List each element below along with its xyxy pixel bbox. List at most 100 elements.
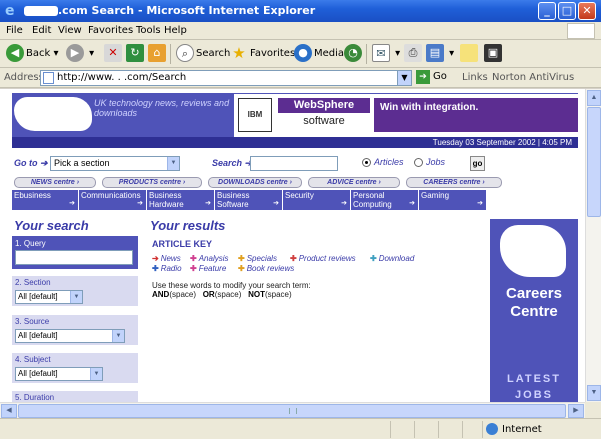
menu-help[interactable]: Help	[164, 25, 187, 36]
vertical-scrollbar[interactable]: ▲ ▼	[585, 89, 601, 402]
scroll-left-icon[interactable]: ◀	[1, 404, 17, 418]
search-input[interactable]	[250, 156, 338, 171]
horizontal-scrollbar[interactable]: ◀ ▶	[0, 402, 585, 418]
search-button[interactable]: ⌕ Search	[176, 44, 230, 64]
ad-slogan: Win with integration.	[374, 98, 578, 132]
section-filter-select[interactable]: All [default] ▼	[15, 290, 83, 304]
section-label: Ebusiness	[14, 191, 51, 200]
section-gaming[interactable]: Gaming ➔	[419, 190, 487, 210]
jobs-radio[interactable]	[414, 158, 423, 167]
menu-edit[interactable]: Edit	[32, 25, 51, 36]
menu-tools[interactable]: Tools	[136, 25, 161, 36]
site-logo[interactable]	[14, 97, 92, 131]
menu-view[interactable]: View	[58, 25, 82, 36]
menu-file[interactable]: File	[6, 25, 23, 36]
media-label: Media	[314, 48, 345, 59]
book-reviews-marker-icon: ✚	[238, 264, 245, 273]
downloads-centre-link[interactable]: DOWNLOADS centre ›	[208, 177, 302, 188]
duration-filter-label: 5. Duration	[15, 393, 55, 402]
toolbar: ◀ Back ▾ ▶ ▾ ✕ ↻ ⌂ ⌕ Search ★ Favorites ● Me…	[0, 40, 601, 68]
chevron-down-icon[interactable]: ▼	[90, 368, 102, 380]
articles-radio[interactable]	[362, 158, 371, 167]
home-icon: ⌂	[148, 44, 166, 62]
news-centre-link[interactable]: NEWS centre ›	[14, 177, 96, 188]
feature-marker-icon: ✚	[190, 264, 197, 273]
forward-button[interactable]: ▶ ▾	[66, 44, 94, 64]
refresh-button[interactable]: ↻	[126, 44, 146, 64]
key-label: Radio	[160, 264, 182, 273]
horizontal-scroll-thumb[interactable]	[18, 404, 566, 418]
print-icon: ⎙	[404, 44, 422, 62]
key-feature: ✚ Feature	[190, 264, 226, 273]
search-go-button[interactable]: go	[470, 156, 485, 171]
maximize-button[interactable]: □	[558, 2, 576, 20]
redacted-text	[24, 6, 58, 16]
query-input[interactable]	[15, 250, 133, 265]
messenger-button[interactable]: ▣	[484, 44, 504, 64]
history-button[interactable]: ◔	[344, 44, 364, 64]
section-business-hardware[interactable]: Business Hardware ➔	[147, 190, 215, 210]
favorites-button[interactable]: ★ Favorites	[230, 44, 295, 64]
your-search-heading: Your search	[14, 218, 89, 233]
chevron-down-icon[interactable]: ▼	[70, 291, 82, 303]
arrow-right-icon: ➔	[137, 200, 143, 207]
section-business-software[interactable]: Business Software ➔	[215, 190, 283, 210]
chevron-down-icon[interactable]: ▼	[112, 330, 124, 342]
key-download: ✚ Download	[370, 254, 414, 263]
back-button[interactable]: ◀ Back ▾	[6, 44, 58, 64]
minimize-button[interactable]: _	[538, 2, 556, 20]
arrow-right-icon: ➔	[341, 200, 347, 207]
norton-antivirus-button[interactable]: Norton AntiVirus	[492, 72, 574, 83]
section-label: Gaming	[421, 191, 450, 200]
section-communications[interactable]: Communications ➔	[79, 190, 147, 210]
key-label: News	[160, 254, 181, 263]
discuss-button[interactable]	[460, 44, 480, 64]
your-results-heading: Your results	[150, 218, 226, 233]
go-arrow-icon: ➔	[416, 70, 430, 84]
careers-centre-ad[interactable]: Careers Centre LATEST JOBS	[490, 219, 578, 402]
media-button[interactable]: ● Media	[294, 44, 344, 64]
internet-explorer-icon: e	[5, 3, 15, 19]
links-button[interactable]: Links	[462, 72, 488, 83]
stop-icon: ✕	[104, 44, 122, 62]
latest-jobs-label: LATEST JOBS	[507, 373, 561, 401]
section-select[interactable]: Pick a section ▼	[50, 156, 180, 171]
ibm-banner-ad[interactable]: IBM WebSphere software Win with integrat…	[234, 94, 578, 137]
key-book-reviews: ✚ Book reviews	[238, 264, 294, 273]
go-button[interactable]: ➔ Go	[416, 70, 447, 84]
key-label: Analysis	[198, 254, 229, 263]
section-personal-computing[interactable]: Personal Computing ➔	[351, 190, 419, 210]
scroll-up-icon[interactable]: ▲	[587, 90, 601, 106]
print-button[interactable]: ⎙	[404, 44, 424, 64]
section-label: Business Hardware	[149, 191, 184, 209]
chevron-down-icon[interactable]: ▼	[167, 157, 179, 170]
vertical-scroll-thumb[interactable]	[587, 107, 601, 217]
products-centre-link[interactable]: PRODUCTS centre ›	[102, 177, 202, 188]
scroll-right-icon[interactable]: ▶	[568, 404, 584, 418]
section-filter-label: 2. Section	[15, 278, 51, 287]
advice-centre-link[interactable]: ADVICE centre ›	[308, 177, 400, 188]
mail-button[interactable]: ✉ ▾	[372, 44, 400, 64]
back-arrow-icon: ◀	[6, 44, 24, 62]
menu-favorites[interactable]: Favorites	[88, 25, 133, 36]
address-dropdown-button[interactable]: ▼	[397, 71, 411, 85]
section-select-value: Pick a section	[54, 158, 110, 168]
subject-filter-value: All [default]	[18, 369, 58, 378]
op-not-space: (space)	[264, 290, 292, 299]
stop-button[interactable]: ✕	[104, 44, 124, 64]
section-security[interactable]: Security ➔	[283, 190, 351, 210]
source-filter-select[interactable]: All [default] ▼	[15, 329, 125, 343]
address-input[interactable]: http://www. . .com/Search ▼	[40, 70, 412, 86]
close-button[interactable]: ✕	[578, 2, 596, 20]
subject-filter-select[interactable]: All [default] ▼	[15, 367, 103, 381]
careers-centre-link[interactable]: CAREERS centre ›	[406, 177, 502, 188]
source-filter-label: 3. Source	[15, 317, 50, 326]
scroll-down-icon[interactable]: ▼	[587, 385, 601, 401]
search-label: Search ➔	[212, 158, 253, 168]
edit-button[interactable]: ▤ ▾	[426, 44, 454, 64]
articles-radio-label: Articles	[374, 157, 404, 167]
arrow-right-icon: ➔	[273, 200, 279, 207]
section-ebusiness[interactable]: Ebusiness ➔	[12, 190, 79, 210]
status-pane	[462, 421, 482, 438]
home-button[interactable]: ⌂	[148, 44, 168, 64]
